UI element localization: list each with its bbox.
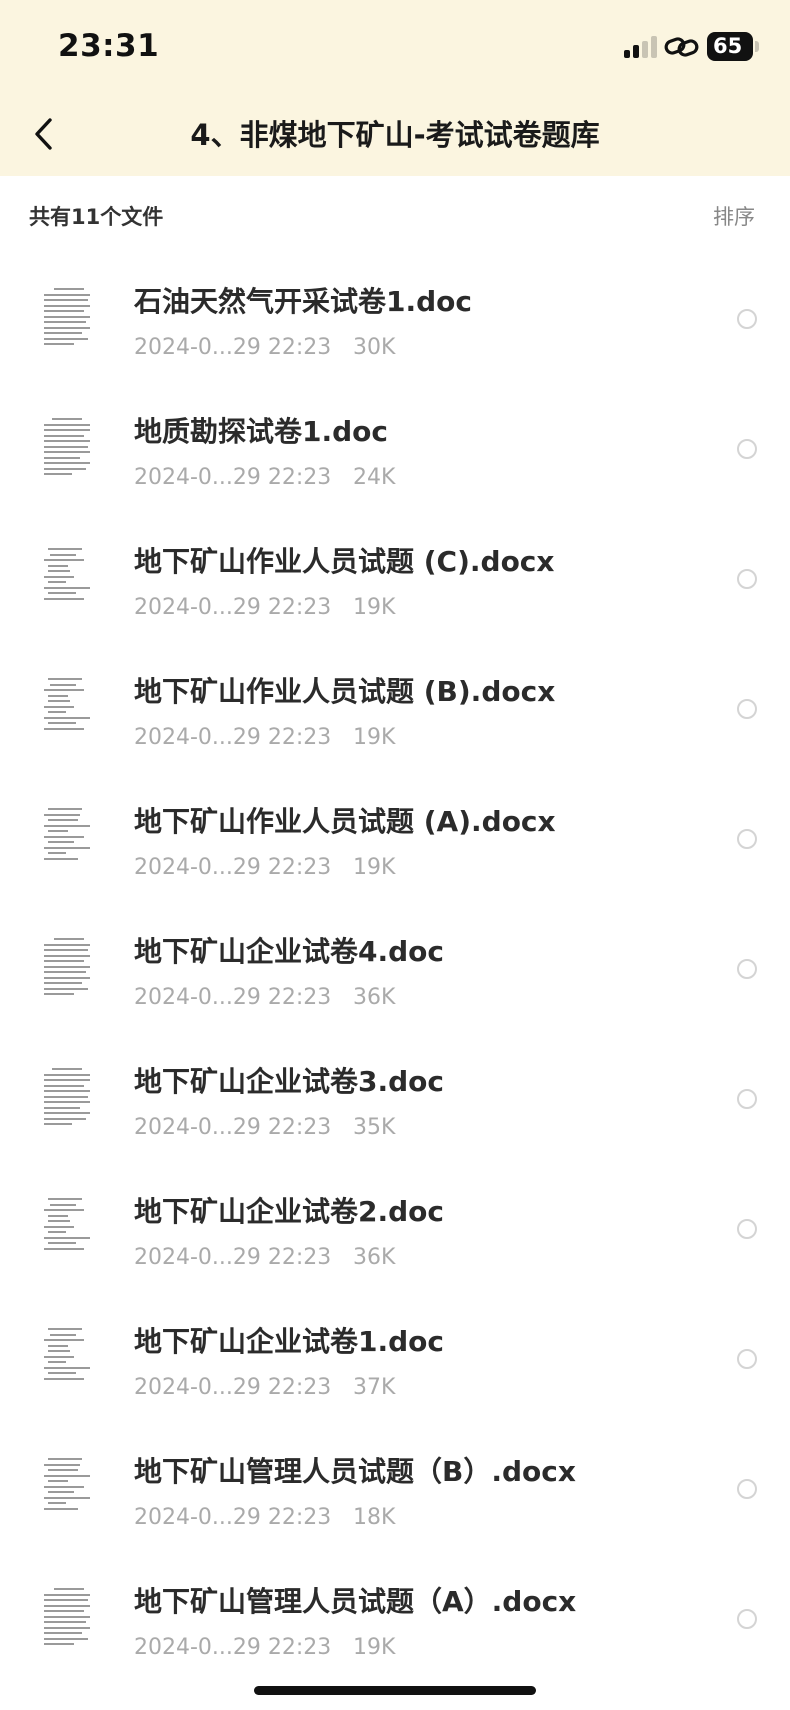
file-date: 2024-0...29 22:23: [134, 855, 332, 880]
select-radio-icon[interactable]: [737, 569, 757, 589]
select-radio-icon[interactable]: [737, 699, 757, 719]
file-date: 2024-0...29 22:23: [134, 985, 332, 1010]
status-time: 23:31: [58, 28, 160, 64]
battery-icon: 65: [707, 32, 753, 61]
file-name: 地质勘探试卷1.doc: [134, 415, 388, 448]
file-row[interactable]: 地下矿山管理人员试题（A）.docx 2024-0...29 22:23 19K: [0, 1552, 790, 1682]
file-date: 2024-0...29 22:23: [134, 335, 332, 360]
file-date: 2024-0...29 22:23: [134, 595, 332, 620]
file-size: 19K: [353, 725, 396, 750]
file-size: 36K: [353, 985, 396, 1010]
file-size: 30K: [353, 335, 396, 360]
file-name: 石油天然气开采试卷1.doc: [134, 285, 472, 318]
file-row[interactable]: 地下矿山企业试卷4.doc 2024-0...29 22:23 36K: [0, 902, 790, 1032]
file-row[interactable]: 石油天然气开采试卷1.doc 2024-0...29 22:23 30K: [0, 252, 790, 382]
chevron-left-icon: [35, 118, 52, 150]
file-size: 19K: [353, 595, 396, 620]
select-radio-icon[interactable]: [737, 959, 757, 979]
file-row[interactable]: 地下矿山作业人员试题 (B).docx 2024-0...29 22:23 19K: [0, 642, 790, 772]
back-button[interactable]: [26, 108, 66, 158]
select-radio-icon[interactable]: [737, 829, 757, 849]
select-radio-icon[interactable]: [737, 1479, 757, 1499]
file-name: 地下矿山管理人员试题（A）.docx: [134, 1585, 577, 1618]
page-title: 4、非煤地下矿山-考试试卷题库: [190, 118, 600, 152]
file-size: 18K: [353, 1505, 396, 1530]
file-name: 地下矿山企业试卷3.doc: [134, 1065, 444, 1098]
select-radio-icon[interactable]: [737, 1089, 757, 1109]
file-size: 19K: [353, 1635, 396, 1660]
file-row[interactable]: 地下矿山作业人员试题 (A).docx 2024-0...29 22:23 19K: [0, 772, 790, 902]
signal-icon: [624, 36, 658, 58]
file-size: 19K: [353, 855, 396, 880]
file-name: 地下矿山作业人员试题 (B).docx: [134, 675, 556, 708]
file-date: 2024-0...29 22:23: [134, 1505, 332, 1530]
sort-button[interactable]: 排序: [713, 201, 755, 231]
file-date: 2024-0...29 22:23: [134, 1245, 332, 1270]
file-row[interactable]: 地下矿山作业人员试题 (C).docx 2024-0...29 22:23 19K: [0, 512, 790, 642]
file-row[interactable]: 地质勘探试卷1.doc 2024-0...29 22:23 24K: [0, 382, 790, 512]
file-size: 35K: [353, 1115, 396, 1140]
document-thumbnail-icon: [44, 932, 90, 998]
file-list: 石油天然气开采试卷1.doc 2024-0...29 22:23 30K 地质勘探试卷…: [0, 252, 790, 1682]
link-icon: [664, 37, 699, 57]
battery-tip: [755, 41, 759, 52]
document-thumbnail-icon: [44, 1192, 90, 1258]
file-row[interactable]: 地下矿山企业试卷1.doc 2024-0...29 22:23 37K: [0, 1292, 790, 1422]
document-thumbnail-icon: [44, 672, 90, 738]
document-thumbnail-icon: [44, 1062, 90, 1128]
select-radio-icon[interactable]: [737, 1349, 757, 1369]
battery-level: 65: [713, 34, 743, 58]
select-radio-icon[interactable]: [737, 439, 757, 459]
file-size: 36K: [353, 1245, 396, 1270]
document-thumbnail-icon: [44, 412, 90, 478]
file-count-label: 共有11个文件: [29, 205, 164, 229]
file-name: 地下矿山管理人员试题（B）.docx: [134, 1455, 576, 1488]
file-name: 地下矿山作业人员试题 (A).docx: [134, 805, 556, 838]
file-date: 2024-0...29 22:23: [134, 1115, 332, 1140]
home-indicator[interactable]: [254, 1686, 536, 1695]
file-date: 2024-0...29 22:23: [134, 1635, 332, 1660]
document-thumbnail-icon: [44, 1582, 90, 1648]
file-row[interactable]: 地下矿山企业试卷2.doc 2024-0...29 22:23 36K: [0, 1162, 790, 1292]
file-size: 37K: [353, 1375, 396, 1400]
file-name: 地下矿山企业试卷1.doc: [134, 1325, 444, 1358]
file-name: 地下矿山企业试卷4.doc: [134, 935, 444, 968]
file-date: 2024-0...29 22:23: [134, 465, 332, 490]
document-thumbnail-icon: [44, 1452, 90, 1518]
select-radio-icon[interactable]: [737, 1609, 757, 1629]
select-radio-icon[interactable]: [737, 1219, 757, 1239]
file-row[interactable]: 地下矿山企业试卷3.doc 2024-0...29 22:23 35K: [0, 1032, 790, 1162]
file-row[interactable]: 地下矿山管理人员试题（B）.docx 2024-0...29 22:23 18K: [0, 1422, 790, 1552]
document-thumbnail-icon: [44, 542, 90, 608]
file-name: 地下矿山作业人员试题 (C).docx: [134, 545, 555, 578]
document-thumbnail-icon: [44, 282, 90, 348]
file-date: 2024-0...29 22:23: [134, 725, 332, 750]
top-header: 23:31 65 4、非煤地下矿山-考试试卷题库: [0, 0, 790, 176]
document-thumbnail-icon: [44, 802, 90, 868]
file-size: 24K: [353, 465, 396, 490]
file-date: 2024-0...29 22:23: [134, 1375, 332, 1400]
file-name: 地下矿山企业试卷2.doc: [134, 1195, 444, 1228]
document-thumbnail-icon: [44, 1322, 90, 1388]
select-radio-icon[interactable]: [737, 309, 757, 329]
